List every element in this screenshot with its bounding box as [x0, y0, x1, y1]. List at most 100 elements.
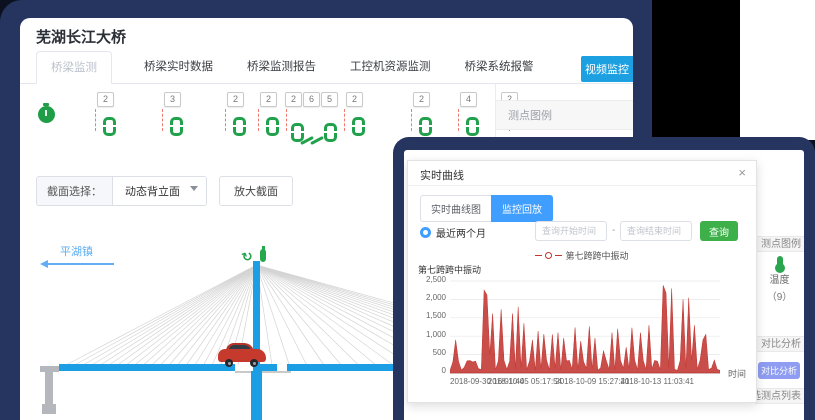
chevron-down-icon	[190, 186, 198, 191]
section-select-label: 截面选择：	[37, 177, 113, 205]
temperature-label: 温度	[755, 271, 804, 286]
dashed-line	[286, 109, 287, 131]
strip-header-legend: 测点图例	[755, 236, 804, 252]
dashed-line	[95, 109, 96, 131]
legend-label: 第七跨跨中振动	[565, 249, 628, 262]
sensor-group-3: 2	[258, 92, 279, 136]
sensor-group-0: 2	[95, 92, 116, 136]
abutment-stem	[45, 372, 53, 404]
sensor-count-badge: 2	[260, 92, 277, 107]
background-side-strip: 测点图例 温度 （9） 对比分析 对比分析 已选测点列表	[755, 150, 804, 420]
section-controls: 截面选择： 动态背立面 放大截面	[36, 176, 293, 206]
main-tab-3[interactable]: 工控机资源监测	[348, 58, 433, 83]
abutment-base	[42, 404, 56, 414]
date-separator: -	[612, 225, 615, 236]
y-tick-label: 1,000	[426, 330, 446, 339]
sensor-count-badge: 4	[460, 92, 477, 107]
sensor-group-1: 3	[162, 92, 183, 136]
legend-line-icon	[535, 255, 542, 256]
radio-icon	[420, 227, 431, 238]
sensor-group-7: 4	[458, 92, 479, 136]
sensor-count-badge: 2	[346, 92, 363, 107]
stopwatch-icon	[38, 106, 55, 123]
enlarge-section-button[interactable]: 放大截面	[219, 176, 293, 206]
main-tab-2[interactable]: 桥梁监测报告	[245, 58, 318, 83]
dashed-line	[411, 109, 412, 131]
tower-sensor-icon	[260, 249, 266, 262]
tab-monitor-playback[interactable]: 监控回放	[491, 195, 553, 222]
query-start-time-input[interactable]	[535, 221, 607, 241]
dashed-line	[225, 109, 226, 131]
main-tab-4[interactable]: 桥梁系统报警	[463, 58, 536, 83]
y-tick-label: 2,000	[426, 293, 446, 302]
link-sensor-icon	[466, 117, 479, 136]
link-sensor-icon	[352, 117, 365, 136]
dashed-line	[162, 109, 163, 131]
temperature-block: 温度 （9）	[755, 256, 804, 303]
sensor-count-badge: 6	[303, 92, 320, 107]
main-tab-1[interactable]: 桥梁实时数据	[142, 58, 215, 83]
link-sensor-icon	[233, 117, 246, 136]
y-axis-ticks: 2,500 2,000 1,500 1,000 500 0	[418, 275, 446, 375]
radio-label: 最近两个月	[436, 225, 486, 240]
video-monitor-button[interactable]: 视频监控	[581, 56, 633, 82]
dashed-line	[344, 109, 345, 131]
main-tabbar: 桥梁监测 桥梁实时数据 桥梁监测报告 工控机资源监测 桥梁系统报警	[20, 54, 633, 84]
white-background-region	[740, 0, 815, 140]
bridge-joint	[235, 371, 291, 373]
link-sensor-icon	[419, 117, 432, 136]
y-tick-label: 500	[433, 348, 446, 357]
thermometer-icon	[777, 256, 783, 269]
section-select[interactable]: 动态背立面	[113, 177, 206, 205]
dashed-line	[458, 109, 459, 131]
sensor-count-badge: 5	[321, 92, 338, 107]
car-graphic	[218, 343, 266, 367]
main-tab-0[interactable]: 桥梁监测	[36, 51, 112, 84]
sensor-count-badge: 2	[413, 92, 430, 107]
sensor-group-5: 2	[344, 92, 365, 136]
sensor-count-badge: 2	[97, 92, 114, 107]
legend-panel-header: 测点图例	[496, 100, 633, 130]
section-select-value: 动态背立面	[125, 186, 180, 198]
y-tick-label: 1,500	[426, 311, 446, 320]
x-tick-label: 2018-10-13 11:03:41	[620, 377, 694, 386]
query-button[interactable]: 查询	[700, 221, 738, 241]
cluster-sensor-icon	[289, 119, 337, 142]
chart-series	[450, 279, 720, 375]
sensor-count-badge: 2	[285, 92, 302, 107]
temperature-count: （9）	[755, 288, 804, 303]
tab-realtime-curve[interactable]: 实时曲线图	[420, 195, 491, 222]
legend-marker-icon	[545, 252, 552, 259]
overlay-window: 测点图例 温度 （9） 对比分析 对比分析 已选测点列表 实时曲线 × 实时曲线…	[393, 137, 815, 420]
bridge-deck-left	[59, 364, 235, 371]
recent-range-radio[interactable]: 最近两个月	[420, 225, 486, 240]
modal-title: 实时曲线	[420, 167, 464, 183]
x-tick-label: 2018-10-09 15:27:41	[555, 377, 629, 386]
query-end-time-input[interactable]	[620, 221, 692, 241]
close-icon[interactable]: ×	[738, 165, 746, 180]
sensor-group-6: 2	[411, 92, 432, 136]
x-tick-label: 2018-10-05 05:17:54	[488, 377, 562, 386]
sensor-group-4: 265	[285, 92, 338, 142]
sensor-count-badge: 2	[227, 92, 244, 107]
sensor-count-badge: 3	[164, 92, 181, 107]
overlay-window-content: 测点图例 温度 （9） 对比分析 对比分析 已选测点列表 实时曲线 × 实时曲线…	[404, 150, 804, 420]
modal-header: 实时曲线 ×	[408, 161, 756, 186]
chart-legend[interactable]: 第七跨跨中振动	[408, 249, 756, 262]
link-sensor-icon	[266, 117, 279, 136]
x-axis-ticks: 2018-09-30 16:01:442018-10-05 05:17:5420…	[450, 377, 720, 387]
chart-plot-area: 2,5002,0001,5001,0005000 2018-09-30 16:0…	[450, 279, 720, 375]
vibration-chart: 第七跨跨中振动 2,5002,0001,5001,0005000 2018-09…	[418, 263, 746, 393]
modal-tabs: 实时曲线图 监控回放	[420, 195, 553, 222]
strip-header-point-list: 已选测点列表	[755, 388, 804, 404]
y-tick-label: 2,500	[426, 275, 446, 284]
compare-analysis-button[interactable]: 对比分析	[758, 362, 800, 379]
tower-pier	[251, 371, 262, 420]
legend-line-icon	[555, 255, 562, 256]
sensor-group-2: 2	[225, 92, 246, 136]
page-title: 芜湖长江大桥	[36, 26, 126, 47]
x-axis-name: 时间	[728, 367, 746, 380]
section-select-group: 截面选择： 动态背立面	[36, 176, 207, 206]
y-tick-label: 0	[442, 366, 446, 375]
link-sensor-icon	[103, 117, 116, 136]
